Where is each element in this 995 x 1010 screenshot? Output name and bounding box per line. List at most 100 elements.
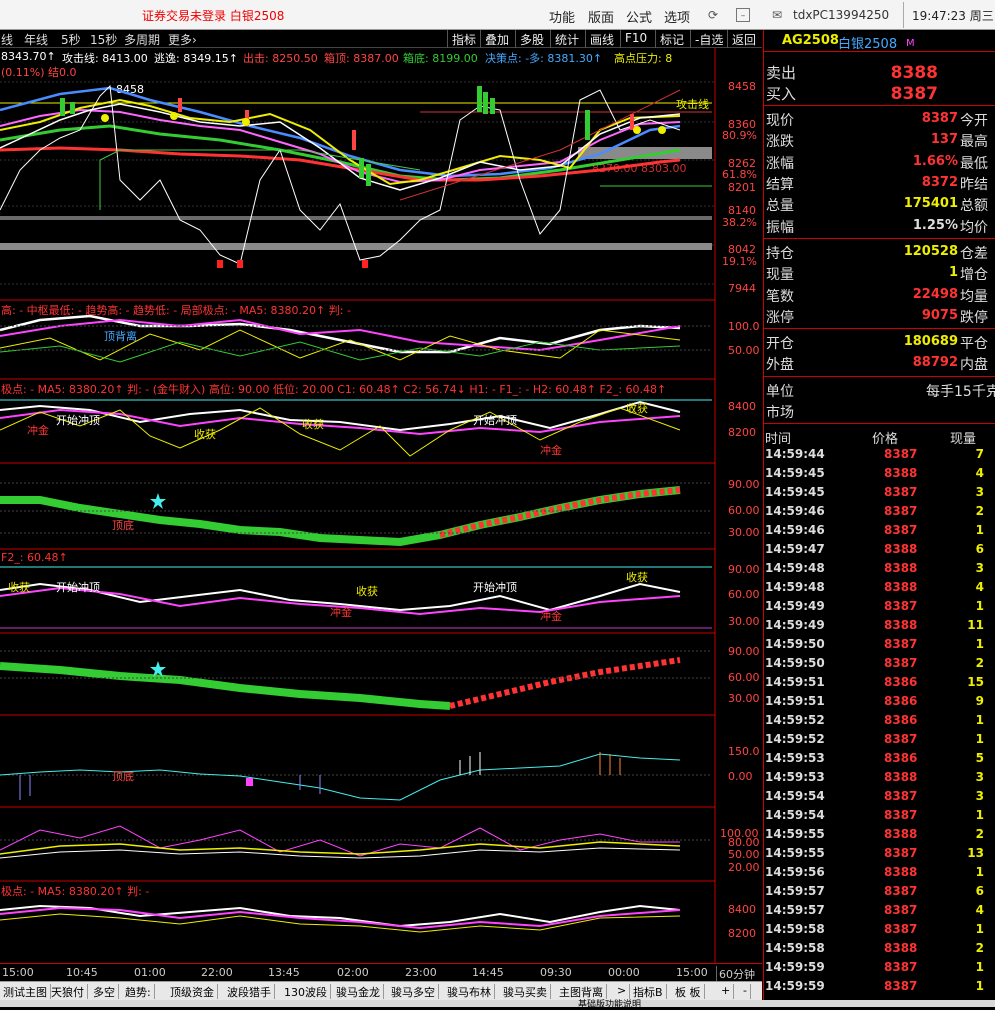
- quote-row-label2: 仓差: [960, 246, 988, 262]
- tick-row: 14:59:48 8388 3: [764, 559, 995, 578]
- tick-price: 8388: [884, 561, 918, 575]
- menu-formula[interactable]: 公式: [626, 7, 652, 26]
- tick-volume: 1: [975, 732, 984, 746]
- tab-0[interactable]: 测试主图: [0, 984, 51, 999]
- tab-9[interactable]: 骏马布林: [444, 984, 495, 999]
- panel5-tag-4: 开始冲顶: [473, 581, 517, 594]
- quote-row-value: 175401: [903, 196, 958, 212]
- panel3-axis-0: 8400: [728, 400, 756, 413]
- tab-7[interactable]: 骏马金龙: [333, 984, 384, 999]
- tick-price: 8387: [884, 808, 918, 822]
- quote-row: 振幅 1.25% 均价: [764, 215, 995, 236]
- quote-row: 涨幅 1.66% 最低: [764, 151, 995, 172]
- time-label-2: 01:00: [134, 966, 166, 979]
- tick-price: 8387: [884, 789, 918, 803]
- time-label-8: 09:30: [540, 966, 572, 979]
- tick-row: 14:59:59 8387 1: [764, 977, 995, 996]
- tick-time: 14:59:45: [765, 485, 825, 499]
- sell-label: 卖出: [766, 64, 797, 82]
- panel4-axis-1: 60.00: [728, 504, 760, 517]
- menu-function[interactable]: 功能: [549, 7, 575, 26]
- quote-row-value: 9075: [921, 307, 958, 323]
- tick-time: 14:59:52: [765, 732, 825, 746]
- tab-3[interactable]: 趋势:: [122, 984, 155, 999]
- menu-options[interactable]: 选项: [664, 7, 690, 26]
- quote-row-label2: 今开: [960, 113, 988, 129]
- chart-area[interactable]: 线 年线 5秒 15秒 多周期 更多› 指标 叠加 多股 统计 画线 F10 标…: [0, 30, 762, 977]
- tick-price: 8388: [884, 466, 918, 480]
- tick-row: 14:59:52 8387 1: [764, 730, 995, 749]
- tab-6[interactable]: 130波段: [281, 984, 331, 999]
- tick-time: 14:59:51: [765, 675, 825, 689]
- tab-10[interactable]: 骏马买卖: [500, 984, 551, 999]
- panel4-axis-0: 90.00: [728, 478, 760, 491]
- quote-row-label: 现价: [766, 113, 794, 129]
- tick-time: 14:59:56: [765, 865, 825, 879]
- tick-volume: 9: [975, 694, 984, 708]
- tick-time: 14:59:57: [765, 884, 825, 898]
- quote-row: 结算 8372 昨结: [764, 172, 995, 193]
- message-icon[interactable]: ✉: [770, 8, 784, 22]
- tab-8[interactable]: 骏马多空: [388, 984, 439, 999]
- refresh-icon[interactable]: ⟳: [706, 8, 720, 22]
- tick-time: 14:59:48: [765, 561, 825, 575]
- panel7-axis-0: 150.0: [728, 745, 760, 758]
- panel4-axis-2: 30.00: [728, 526, 760, 539]
- tick-price: 8388: [884, 770, 918, 784]
- tick-row: 14:59:46 8387 2: [764, 502, 995, 521]
- tick-volume: 2: [975, 656, 984, 670]
- tick-price: 8387: [884, 922, 918, 936]
- panel3-tag-6: 收获: [626, 402, 648, 415]
- quote-row: 开仓 180689 平仓: [764, 331, 995, 352]
- tick-row: 14:59:57 8387 4: [764, 901, 995, 920]
- tab-4[interactable]: 顶级资金: [167, 984, 218, 999]
- quote-row-label: 持仓: [766, 246, 794, 262]
- tick-volume: 3: [975, 770, 984, 784]
- quote-row-value: 8387: [921, 111, 958, 126]
- tick-price: 8387: [884, 903, 918, 917]
- tab-1[interactable]: 天狼付: [48, 984, 88, 999]
- sell-price: 8388: [890, 63, 938, 83]
- tick-row: 14:59:54 8387 3: [764, 787, 995, 806]
- zoom-in-button[interactable]: +: [718, 984, 735, 999]
- quote-row-value: 180689: [903, 334, 958, 349]
- tick-price: 8387: [884, 960, 918, 974]
- panel7-note: 顶底: [112, 770, 134, 783]
- tab-14[interactable]: 板 板: [672, 984, 705, 999]
- quote-row-label2: 最低: [960, 155, 988, 172]
- quote-row-label: 涨跌: [766, 134, 794, 151]
- tick-row: 14:59:51 8386 15: [764, 673, 995, 692]
- quote-row-label2: 总额: [960, 198, 988, 215]
- tick-row: 14:59:47 8388 6: [764, 540, 995, 559]
- quote-panel: AG2508 白银2508 M 卖出 8388 买入 8387 现价 8387 今开…: [763, 30, 995, 1000]
- time-label-1: 10:45: [66, 966, 98, 979]
- unit-row: 单位 每手15千克: [764, 379, 995, 400]
- contract-name: 白银2508: [838, 37, 898, 52]
- chart-canvas: [0, 48, 716, 963]
- time-label-0: 15:00: [2, 966, 34, 979]
- period-label[interactable]: 60分钟: [716, 966, 755, 982]
- tick-price: 8387: [884, 504, 918, 518]
- tick-time: 14:59:59: [765, 960, 825, 974]
- tick-price: 8387: [884, 485, 918, 499]
- zoom-out-button[interactable]: -: [740, 984, 751, 999]
- help-text[interactable]: 基础版功能说明: [578, 997, 641, 1010]
- quote-row-label: 开仓: [766, 336, 794, 352]
- panel5-title: F2_: 60.48↑: [1, 551, 68, 564]
- tick-volume: 6: [975, 884, 984, 898]
- tick-price: 8387: [884, 884, 918, 898]
- tick-volume: 1: [975, 960, 984, 974]
- menu-layout[interactable]: 版面: [588, 7, 614, 26]
- tick-volume: 2: [975, 504, 984, 518]
- buy-row: 买入 8387: [764, 81, 995, 104]
- panel5-axis-0: 90.00: [728, 563, 760, 576]
- tick-volume: 15: [967, 675, 984, 689]
- tab-5[interactable]: 波段猎手: [224, 984, 275, 999]
- tick-row: 14:59:46 8387 1: [764, 521, 995, 540]
- title-bar: 证券交易未登录 白银2508 功能 版面 公式 选项 ⟳ – ✉ tdxPC13…: [0, 0, 995, 30]
- quote-row-label2: 均量: [960, 288, 988, 305]
- tick-price: 8386: [884, 694, 918, 708]
- minimize-icon[interactable]: –: [736, 8, 750, 22]
- clock: 19:47:23 周三: [903, 2, 995, 28]
- tab-2[interactable]: 多空: [90, 984, 119, 999]
